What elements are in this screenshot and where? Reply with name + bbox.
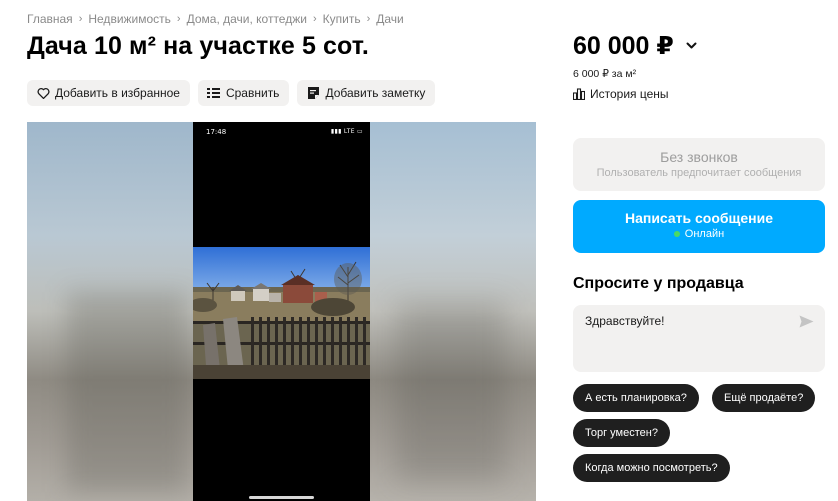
listing-photo[interactable]: 17:48 ▮▮▮ LTE ▭ (193, 122, 370, 501)
online-status: Онлайн (573, 228, 825, 240)
breadcrumb-dachas[interactable]: Дачи (376, 12, 404, 26)
bar-chart-icon (573, 88, 586, 100)
chevron-right-icon: › (312, 13, 317, 25)
send-icon[interactable] (799, 315, 815, 329)
heart-icon (36, 86, 50, 100)
quick-question-chip[interactable]: Ещё продаёте? (712, 384, 816, 412)
price: 60 000 ₽ (573, 31, 697, 61)
compare-icon (207, 86, 221, 100)
message-input[interactable]: Здравствуйте! (573, 305, 825, 372)
add-to-favorites-button[interactable]: Добавить в избранное (27, 80, 190, 106)
online-status-label: Онлайн (684, 228, 725, 240)
compare-button[interactable]: Сравнить (197, 80, 290, 106)
chevron-down-icon[interactable] (686, 42, 697, 50)
write-message-label: Написать сообщение (624, 210, 774, 226)
battery-icon: ▭ (357, 128, 363, 135)
photo-status-bar: ▮▮▮ LTE ▭ (331, 128, 363, 135)
breadcrumb-houses[interactable]: Дома, дачи, коттеджи (187, 12, 307, 26)
breadcrumb-home[interactable]: Главная (27, 12, 73, 26)
quick-question-chip[interactable]: Когда можно посмотреть? (573, 454, 730, 482)
add-to-favorites-label: Добавить в избранное (55, 86, 180, 100)
photo-home-indicator (249, 496, 314, 499)
add-note-label: Добавить заметку (325, 86, 426, 100)
gallery-blur-left-shade (67, 292, 187, 492)
signal-icon: ▮▮▮ (330, 128, 342, 135)
page-title: Дача 10 м² на участке 5 сот. (27, 32, 369, 60)
compare-label: Сравнить (225, 86, 280, 100)
breadcrumb-buy[interactable]: Купить (323, 12, 361, 26)
breadcrumb: Главная › Недвижимость › Дома, дачи, кот… (27, 12, 404, 26)
chevron-right-icon: › (176, 13, 181, 25)
online-dot-icon (673, 231, 680, 237)
price-value: 60 000 ₽ (573, 32, 674, 60)
message-input-value: Здравствуйте! (585, 314, 665, 328)
add-note-button[interactable]: Добавить заметку (297, 80, 436, 106)
dacha-photo (193, 247, 370, 379)
ask-seller-title: Спросите у продавца (573, 275, 744, 292)
chevron-right-icon: › (78, 13, 83, 25)
chevron-right-icon: › (366, 13, 371, 25)
no-calls-notice: Без звонков Пользователь предпочитает со… (573, 138, 825, 191)
quick-question-chip[interactable]: Торг уместен? (573, 419, 670, 447)
listing-actions: Добавить в избранное Сравнить Добавить з… (27, 80, 436, 106)
no-calls-subtitle: Пользователь предпочитает сообщения (596, 167, 802, 179)
note-icon (306, 86, 320, 100)
quick-question-chip[interactable]: А есть планировка? (573, 384, 699, 412)
price-history-label: История цены (590, 87, 669, 101)
photo-gallery[interactable]: 17:48 ▮▮▮ LTE ▭ (27, 122, 536, 501)
price-per-square-meter: 6 000 ₽ за м² (573, 68, 637, 80)
gallery-blur-right-shade (396, 302, 506, 482)
breadcrumb-real-estate[interactable]: Недвижимость (88, 12, 171, 26)
network-type: LTE (343, 128, 355, 135)
photo-status-time: 17:48 (206, 128, 227, 136)
no-calls-title: Без звонков (660, 149, 738, 165)
write-message-button[interactable]: Написать сообщение Онлайн (573, 200, 825, 253)
price-history-link[interactable]: История цены (573, 87, 669, 101)
